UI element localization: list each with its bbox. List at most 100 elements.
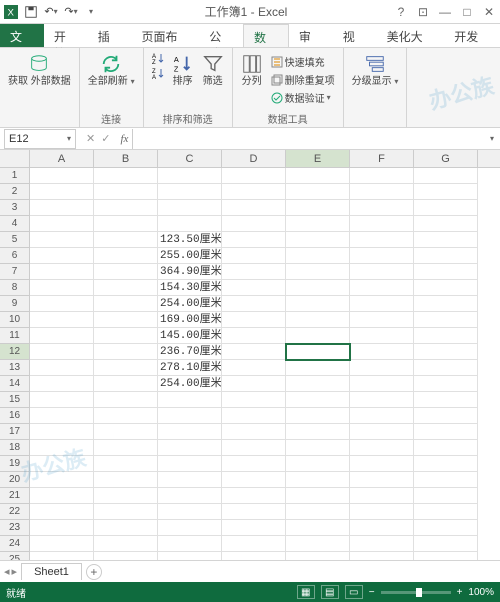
- cell[interactable]: [30, 552, 94, 560]
- cell[interactable]: [222, 168, 286, 184]
- cell[interactable]: [414, 216, 478, 232]
- cell[interactable]: [158, 536, 222, 552]
- cell[interactable]: [350, 328, 414, 344]
- cell[interactable]: [30, 472, 94, 488]
- cell[interactable]: [94, 344, 158, 360]
- tab-beautify[interactable]: 美化大师: [377, 24, 445, 47]
- row-header[interactable]: 16: [0, 408, 30, 424]
- cell[interactable]: [286, 424, 350, 440]
- cell[interactable]: [414, 536, 478, 552]
- cell[interactable]: 254.00厘米: [158, 296, 222, 312]
- column-header[interactable]: B: [94, 150, 158, 167]
- sort-desc-button[interactable]: ZA: [150, 66, 166, 80]
- select-all-corner[interactable]: [0, 150, 30, 167]
- cell[interactable]: [94, 504, 158, 520]
- cell[interactable]: [30, 232, 94, 248]
- cell[interactable]: [414, 360, 478, 376]
- tab-layout[interactable]: 页面布局: [132, 24, 200, 47]
- minimize-icon[interactable]: —: [438, 5, 452, 19]
- page-layout-view-button[interactable]: ▤: [321, 585, 339, 599]
- cell[interactable]: [286, 552, 350, 560]
- cell[interactable]: [286, 520, 350, 536]
- cell[interactable]: [222, 552, 286, 560]
- ribbon-options-icon[interactable]: ⊡: [416, 5, 430, 19]
- cell[interactable]: 278.10厘米: [158, 360, 222, 376]
- cell[interactable]: [94, 248, 158, 264]
- cell[interactable]: [222, 264, 286, 280]
- cell[interactable]: [350, 472, 414, 488]
- cell[interactable]: 145.00厘米: [158, 328, 222, 344]
- cell[interactable]: [30, 392, 94, 408]
- zoom-level[interactable]: 100%: [468, 587, 494, 598]
- name-box[interactable]: E12▾: [4, 129, 76, 149]
- cell[interactable]: [158, 184, 222, 200]
- cell[interactable]: 364.90厘米: [158, 264, 222, 280]
- cell[interactable]: [286, 360, 350, 376]
- enter-formula-icon[interactable]: ✓: [101, 132, 110, 145]
- cell[interactable]: [286, 456, 350, 472]
- cell[interactable]: [222, 504, 286, 520]
- tab-home[interactable]: 开始: [44, 24, 88, 47]
- cell[interactable]: [30, 216, 94, 232]
- formula-expand-icon[interactable]: ▾: [484, 134, 500, 143]
- cell[interactable]: [414, 312, 478, 328]
- cell[interactable]: [414, 504, 478, 520]
- cell[interactable]: [414, 328, 478, 344]
- cell[interactable]: [94, 440, 158, 456]
- cell[interactable]: [222, 488, 286, 504]
- cell[interactable]: [222, 376, 286, 392]
- redo-icon[interactable]: ↷▾: [64, 5, 78, 19]
- cell[interactable]: [222, 328, 286, 344]
- cell[interactable]: [94, 536, 158, 552]
- cell[interactable]: [30, 520, 94, 536]
- row-header[interactable]: 1: [0, 168, 30, 184]
- row-header[interactable]: 18: [0, 440, 30, 456]
- cell[interactable]: [94, 408, 158, 424]
- cell[interactable]: [286, 472, 350, 488]
- row-header[interactable]: 17: [0, 424, 30, 440]
- cell[interactable]: [286, 488, 350, 504]
- cell[interactable]: [350, 168, 414, 184]
- cell[interactable]: [414, 248, 478, 264]
- cell[interactable]: [158, 440, 222, 456]
- close-icon[interactable]: ✕: [482, 5, 496, 19]
- save-icon[interactable]: [24, 5, 38, 19]
- cell[interactable]: [286, 168, 350, 184]
- row-header[interactable]: 6: [0, 248, 30, 264]
- cell[interactable]: [94, 376, 158, 392]
- cell[interactable]: [222, 344, 286, 360]
- column-header[interactable]: E: [286, 150, 350, 167]
- row-header[interactable]: 20: [0, 472, 30, 488]
- cell[interactable]: [350, 280, 414, 296]
- cell[interactable]: [286, 232, 350, 248]
- cell[interactable]: [158, 168, 222, 184]
- cell[interactable]: [222, 248, 286, 264]
- qat-customize-icon[interactable]: ▾: [84, 5, 98, 19]
- outline-button[interactable]: 分级显示 ▾: [350, 51, 401, 89]
- cell[interactable]: [350, 344, 414, 360]
- row-header[interactable]: 21: [0, 488, 30, 504]
- cell[interactable]: [414, 488, 478, 504]
- cell[interactable]: [94, 392, 158, 408]
- cell[interactable]: [30, 296, 94, 312]
- cell[interactable]: [286, 392, 350, 408]
- undo-icon[interactable]: ↶▾: [44, 5, 58, 19]
- row-header[interactable]: 3: [0, 200, 30, 216]
- tab-data[interactable]: 数据: [243, 24, 289, 47]
- cell[interactable]: [158, 472, 222, 488]
- cell[interactable]: 236.70厘米: [158, 344, 222, 360]
- cell[interactable]: [158, 488, 222, 504]
- cell[interactable]: [30, 488, 94, 504]
- tab-view[interactable]: 视图: [333, 24, 377, 47]
- row-header[interactable]: 12: [0, 344, 30, 360]
- cell[interactable]: [350, 424, 414, 440]
- cell[interactable]: [286, 184, 350, 200]
- cell[interactable]: [30, 280, 94, 296]
- cell[interactable]: [94, 216, 158, 232]
- page-break-view-button[interactable]: ▭: [345, 585, 363, 599]
- cell[interactable]: [158, 520, 222, 536]
- cell[interactable]: [350, 440, 414, 456]
- cell[interactable]: [350, 456, 414, 472]
- cell[interactable]: 154.30厘米: [158, 280, 222, 296]
- cell[interactable]: [158, 504, 222, 520]
